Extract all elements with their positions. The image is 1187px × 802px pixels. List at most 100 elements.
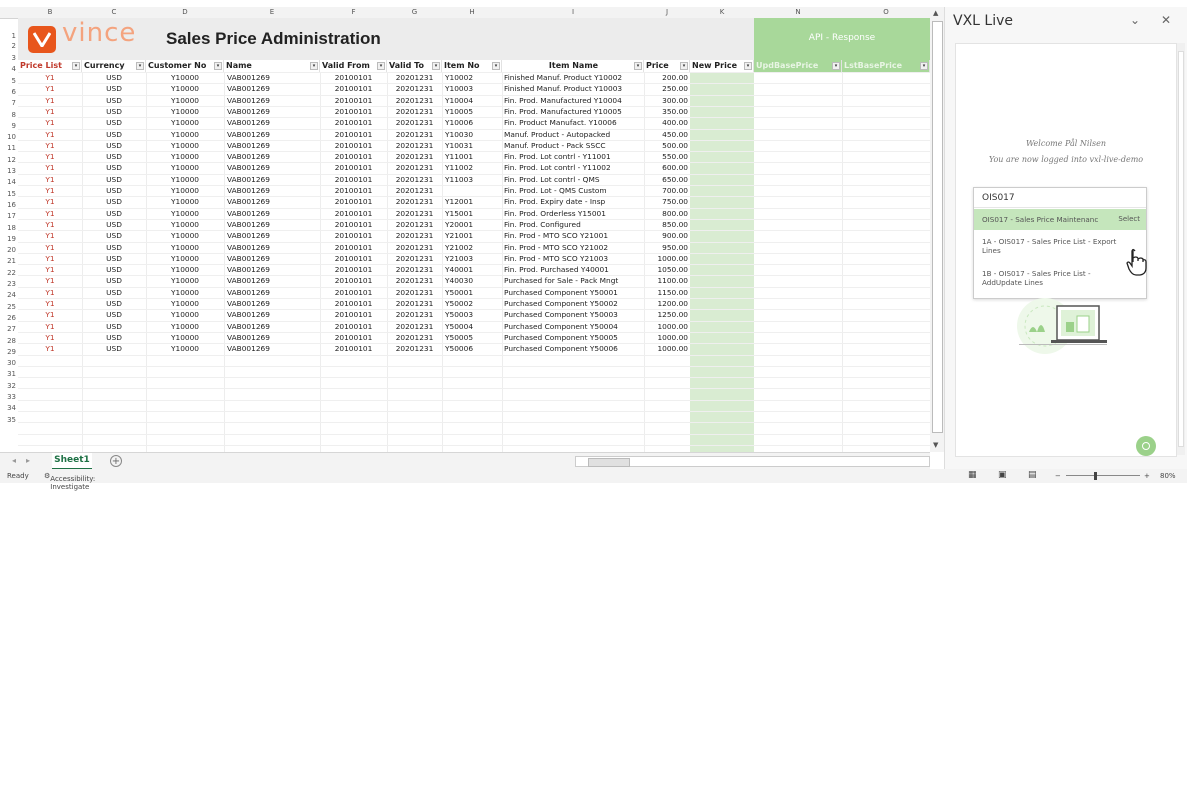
table-cell[interactable]: Y10000 (146, 332, 224, 343)
col-letter-h[interactable]: H (442, 7, 502, 18)
table-cell[interactable]: Y10000 (146, 174, 224, 185)
filter-dropdown-icon[interactable]: ▾ (634, 62, 642, 70)
table-cell[interactable]: 20100101 (320, 162, 387, 173)
horizontal-scroll-thumb[interactable] (588, 458, 630, 467)
table-cell[interactable]: 20201231 (387, 196, 442, 207)
table-cell[interactable]: 20201231 (387, 219, 442, 230)
table-cell[interactable]: Fin. Product Manufact. Y10006 (502, 117, 644, 128)
table-cell[interactable]: VAB001269 (224, 230, 320, 241)
table-cell[interactable]: Fin. Prod - MTO SCO Y21002 (502, 242, 644, 253)
pane-scroll-thumb[interactable] (1178, 51, 1184, 447)
table-cell[interactable]: 20100101 (320, 185, 387, 196)
table-cell[interactable]: Y10000 (146, 83, 224, 94)
table-cell[interactable]: 20201231 (387, 321, 442, 332)
table-cell[interactable]: 20100101 (320, 253, 387, 264)
table-cell[interactable]: Y10000 (146, 196, 224, 207)
table-cell[interactable]: Y1 (18, 129, 82, 140)
row-number[interactable]: 31 (0, 370, 16, 378)
table-cell[interactable]: 20100101 (320, 140, 387, 151)
table-cell[interactable]: Y1 (18, 185, 82, 196)
table-cell[interactable]: 20100101 (320, 83, 387, 94)
table-cell[interactable]: 1000.00 (644, 321, 688, 332)
col-letter-b[interactable]: B (18, 7, 82, 18)
zoom-in-icon[interactable]: + (1144, 472, 1150, 480)
filter-dropdown-icon[interactable]: ▾ (310, 62, 318, 70)
table-cell[interactable]: 20201231 (387, 162, 442, 173)
table-cell[interactable]: 300.00 (644, 95, 688, 106)
table-cell[interactable]: 20201231 (387, 230, 442, 241)
table-cell[interactable]: Y40030 (442, 275, 502, 286)
row-number[interactable]: 32 (0, 382, 16, 390)
table-cell[interactable]: 350.00 (644, 106, 688, 117)
table-cell[interactable]: VAB001269 (224, 83, 320, 94)
table-cell[interactable]: 20201231 (387, 174, 442, 185)
table-cell[interactable]: VAB001269 (224, 140, 320, 151)
table-cell[interactable]: Y1 (18, 196, 82, 207)
header-valid-from[interactable]: Valid From ▾ (320, 60, 387, 72)
table-cell[interactable]: Y1 (18, 162, 82, 173)
table-cell[interactable]: 20100101 (320, 174, 387, 185)
table-cell[interactable]: 900.00 (644, 230, 688, 241)
row-number[interactable]: 2 (0, 42, 16, 50)
table-cell[interactable]: Fin. Prod. Expiry date - Insp (502, 196, 644, 207)
table-cell[interactable]: VAB001269 (224, 196, 320, 207)
table-cell[interactable]: Y1 (18, 287, 82, 298)
table-cell[interactable]: VAB001269 (224, 242, 320, 253)
table-cell[interactable]: USD (82, 332, 146, 343)
table-cell[interactable]: Fin. Prod. Lot contrl - Y11002 (502, 162, 644, 173)
table-cell[interactable]: 1250.00 (644, 309, 688, 320)
table-cell[interactable]: VAB001269 (224, 321, 320, 332)
table-cell[interactable]: USD (82, 106, 146, 117)
table-cell[interactable]: 20201231 (387, 72, 442, 83)
row-number[interactable]: 23 (0, 280, 16, 288)
col-letter-o[interactable]: O (842, 7, 930, 18)
table-cell[interactable]: Finished Manuf. Product Y10002 (502, 72, 644, 83)
row-number[interactable]: 14 (0, 178, 16, 186)
table-cell[interactable]: Y10000 (146, 275, 224, 286)
table-cell[interactable]: USD (82, 230, 146, 241)
table-cell[interactable]: USD (82, 242, 146, 253)
table-cell[interactable]: 650.00 (644, 174, 688, 185)
header-new-price[interactable]: New Price ▾ (690, 60, 754, 72)
header-currency[interactable]: Currency ▾ (82, 60, 146, 72)
table-cell[interactable]: 20201231 (387, 275, 442, 286)
table-cell[interactable]: Manuf. Product - Pack SSCC (502, 140, 644, 151)
col-letter-d[interactable]: D (146, 7, 224, 18)
table-cell[interactable]: Y10000 (146, 264, 224, 275)
row-number[interactable]: 16 (0, 201, 16, 209)
table-cell[interactable]: USD (82, 343, 146, 354)
table-cell[interactable]: Y10000 (146, 140, 224, 151)
table-cell[interactable]: Y10000 (146, 151, 224, 162)
add-sheet-button[interactable]: + (110, 455, 122, 467)
row-number[interactable]: 8 (0, 111, 16, 119)
col-letter-f[interactable]: F (320, 7, 387, 18)
filter-dropdown-icon[interactable]: ▾ (680, 62, 688, 70)
col-letter-i[interactable]: I (502, 7, 644, 18)
table-cell[interactable]: Y15001 (442, 208, 502, 219)
table-cell[interactable]: 20201231 (387, 287, 442, 298)
table-cell[interactable]: Y10005 (442, 106, 502, 117)
table-cell[interactable]: Y1 (18, 230, 82, 241)
table-cell[interactable]: USD (82, 151, 146, 162)
vertical-scrollbar[interactable]: ▲ ▼ (930, 7, 944, 452)
table-cell[interactable]: USD (82, 129, 146, 140)
table-cell[interactable]: Fin. Prod - MTO SCO Y21001 (502, 230, 644, 241)
row-number[interactable]: 35 (0, 416, 16, 424)
table-cell[interactable]: Y12001 (442, 196, 502, 207)
table-cell[interactable]: 20100101 (320, 321, 387, 332)
close-icon[interactable]: ✕ (1161, 13, 1171, 27)
table-cell[interactable]: USD (82, 83, 146, 94)
zoom-slider[interactable] (1066, 475, 1140, 476)
row-number[interactable]: 28 (0, 337, 16, 345)
table-cell[interactable]: Y10006 (442, 117, 502, 128)
table-cell[interactable]: VAB001269 (224, 117, 320, 128)
table-cell[interactable]: Y10000 (146, 106, 224, 117)
header-lst-base-price[interactable]: LstBasePrice ▾ (842, 60, 930, 72)
table-cell[interactable]: Fin. Prod. Purchased Y40001 (502, 264, 644, 275)
table-cell[interactable]: USD (82, 321, 146, 332)
table-cell[interactable]: Y1 (18, 219, 82, 230)
table-cell[interactable]: 20100101 (320, 242, 387, 253)
filter-dropdown-icon[interactable]: ▾ (136, 62, 144, 70)
table-cell[interactable]: 750.00 (644, 196, 688, 207)
table-cell[interactable]: 20100101 (320, 208, 387, 219)
